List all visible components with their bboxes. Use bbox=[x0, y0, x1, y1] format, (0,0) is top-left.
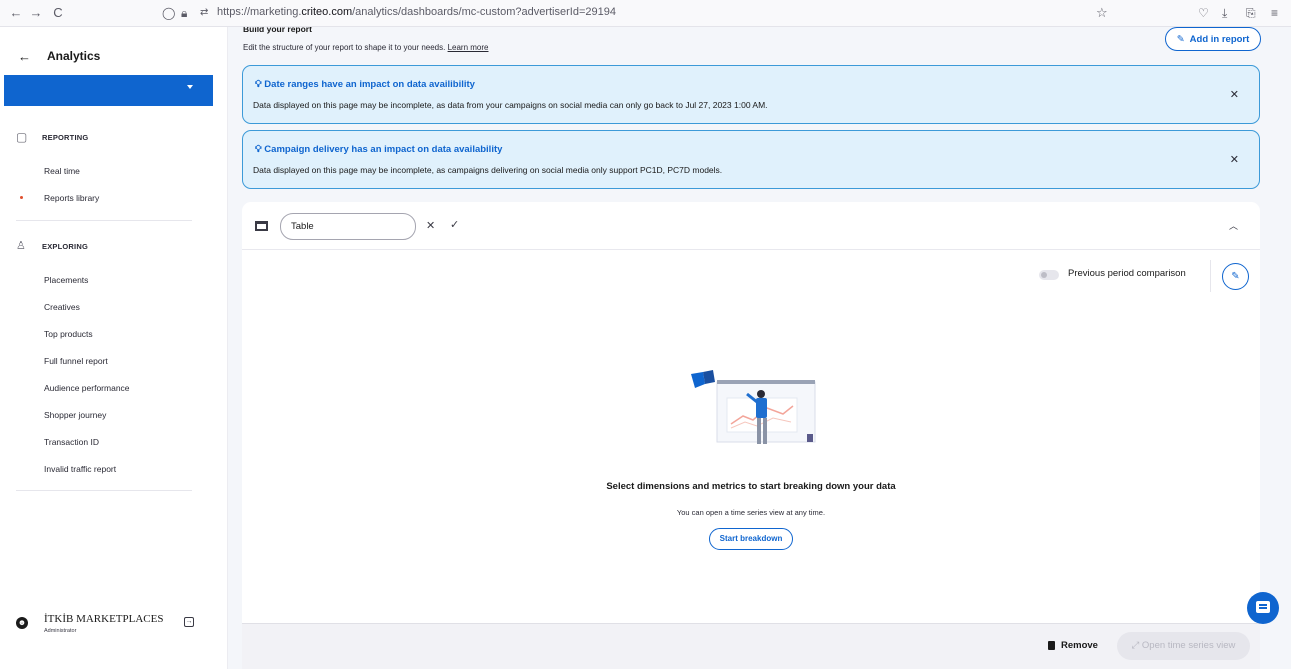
remove-label: Remove bbox=[1061, 640, 1098, 651]
info-banner-date-ranges: 💡︎ Date ranges have an impact on data av… bbox=[242, 65, 1260, 124]
lock-icon[interactable]: 🔒︎ bbox=[181, 5, 187, 21]
sidebar-item-full-funnel-report[interactable]: Full funnel report bbox=[44, 356, 108, 366]
banner-title: Campaign delivery has an impact on data … bbox=[264, 144, 503, 155]
open-time-series-button[interactable]: ⤢ Open time series view bbox=[1117, 632, 1250, 660]
remove-button[interactable]: Remove bbox=[1048, 640, 1098, 651]
sidebar-item-audience-performance[interactable]: Audience performance bbox=[44, 383, 130, 393]
comparison-label: Previous period comparison bbox=[1068, 268, 1186, 279]
reload-icon[interactable]: C bbox=[50, 5, 66, 21]
sidebar-item-creatives[interactable]: Creatives bbox=[44, 302, 80, 312]
page-subtitle: Edit the structure of your report to sha… bbox=[243, 43, 489, 52]
lightbulb-icon: 💡︎ bbox=[255, 79, 262, 90]
edit-button[interactable]: ✎ bbox=[1222, 263, 1249, 290]
learn-more-link[interactable]: Learn more bbox=[448, 43, 489, 52]
menu-icon[interactable]: ≡ bbox=[1271, 5, 1278, 21]
main-content: Build your report Edit the structure of … bbox=[228, 27, 1291, 669]
chat-support-button[interactable] bbox=[1247, 592, 1279, 624]
sidebar-title: Analytics bbox=[47, 49, 101, 63]
chevron-down-icon bbox=[187, 85, 193, 89]
card-footer: Remove ⤢ Open time series view bbox=[242, 623, 1260, 669]
user-name: İTKİB MARKETPLACES bbox=[44, 613, 164, 625]
cancel-rename-icon[interactable]: ✕ bbox=[426, 219, 435, 232]
user-avatar-icon: ☻ bbox=[16, 617, 28, 629]
close-icon[interactable]: ✕ bbox=[1230, 88, 1239, 101]
shield-icon[interactable]: ◯ bbox=[162, 5, 175, 21]
sidebar-divider bbox=[16, 490, 192, 491]
banner-body: Data displayed on this page may be incom… bbox=[253, 100, 768, 110]
table-icon bbox=[255, 221, 268, 231]
sidebar-item-top-products[interactable]: Top products bbox=[44, 329, 93, 339]
url-path: /analytics/dashboards/mc-custom?advertis… bbox=[352, 6, 616, 18]
banner-title: Date ranges have an impact on data avail… bbox=[264, 79, 475, 90]
empty-state-subtitle: You can open a time series view at any t… bbox=[676, 508, 826, 517]
subtitle-text: Edit the structure of your report to sha… bbox=[243, 43, 446, 52]
trash-icon bbox=[1048, 641, 1055, 650]
sidebar-item-invalid-traffic-report[interactable]: Invalid traffic report bbox=[44, 464, 116, 474]
banner-body: Data displayed on this page may be incom… bbox=[253, 165, 723, 175]
card-header: ✕ ✓ ︿ bbox=[242, 202, 1260, 250]
browser-toolbar: ← → C ◯ 🔒︎ ⇄ https://marketing.criteo.co… bbox=[0, 0, 1291, 27]
pencil-icon: ✎ bbox=[1176, 33, 1185, 45]
add-in-report-button[interactable]: ✎ Add in report bbox=[1165, 27, 1261, 51]
banner-heading: 💡︎ Date ranges have an impact on data av… bbox=[255, 79, 475, 90]
open-time-series-label: Open time series view bbox=[1141, 640, 1236, 651]
sidebar-divider bbox=[16, 220, 192, 221]
url-domain: criteo.com bbox=[301, 6, 353, 18]
lightbulb-icon: 💡︎ bbox=[255, 144, 262, 155]
report-icon: ▢ bbox=[16, 130, 28, 144]
sidebar-item-real-time[interactable]: Real time bbox=[44, 166, 80, 176]
sidebar: ← Analytics ▢ REPORTING Real time Report… bbox=[0, 27, 228, 669]
sidebar-item-reports-library[interactable]: Reports library bbox=[44, 193, 99, 203]
section-exploring: EXPLORING bbox=[42, 242, 88, 251]
active-indicator bbox=[20, 196, 23, 199]
logout-icon[interactable]: → bbox=[184, 617, 194, 627]
toolbar-divider bbox=[1210, 260, 1211, 292]
back-arrow-icon[interactable]: ← bbox=[18, 49, 31, 64]
report-card: ✕ ✓ ︿ Previous period comparison ✎ Selec… bbox=[242, 202, 1260, 669]
expand-icon: ⤢ bbox=[1131, 640, 1140, 651]
visualization-name-input[interactable] bbox=[280, 213, 416, 240]
sidebar-item-placements[interactable]: Placements bbox=[44, 275, 88, 285]
extensions-icon[interactable]: ⎘ bbox=[1246, 5, 1256, 21]
empty-state-illustration bbox=[691, 370, 816, 444]
explore-icon: ♙ bbox=[16, 240, 26, 252]
url-bar[interactable]: https://marketing.criteo.com/analytics/d… bbox=[217, 6, 616, 18]
comparison-toggle[interactable] bbox=[1039, 270, 1059, 280]
section-reporting: REPORTING bbox=[42, 133, 89, 142]
sidebar-item-shopper-journey[interactable]: Shopper journey bbox=[44, 410, 106, 420]
permissions-icon[interactable]: ⇄ bbox=[200, 5, 208, 21]
download-icon[interactable]: ⤓ bbox=[1222, 5, 1227, 21]
sidebar-item-transaction-id[interactable]: Transaction ID bbox=[44, 437, 99, 447]
page-title: Build your report bbox=[243, 27, 312, 34]
chat-icon bbox=[1256, 601, 1270, 613]
add-in-report-label: Add in report bbox=[1189, 33, 1250, 45]
bookmark-star-icon[interactable]: ☆ bbox=[1096, 5, 1108, 21]
back-icon[interactable]: ← bbox=[8, 5, 24, 21]
user-role: Administrator bbox=[44, 628, 77, 634]
empty-state-title: Select dimensions and metrics to start b… bbox=[606, 481, 896, 492]
info-banner-campaign-delivery: 💡︎ Campaign delivery has an impact on da… bbox=[242, 130, 1260, 189]
banner-heading: 💡︎ Campaign delivery has an impact on da… bbox=[255, 144, 502, 155]
close-icon[interactable]: ✕ bbox=[1230, 153, 1239, 166]
confirm-rename-icon[interactable]: ✓ bbox=[450, 218, 459, 231]
start-breakdown-button[interactable]: Start breakdown bbox=[709, 528, 793, 550]
advertiser-selector[interactable] bbox=[4, 75, 213, 106]
url-prefix: https://marketing. bbox=[217, 6, 302, 18]
pocket-icon[interactable]: ♡ bbox=[1198, 5, 1209, 21]
forward-icon[interactable]: → bbox=[28, 5, 44, 21]
collapse-chevron-icon[interactable]: ︿ bbox=[1229, 219, 1238, 232]
